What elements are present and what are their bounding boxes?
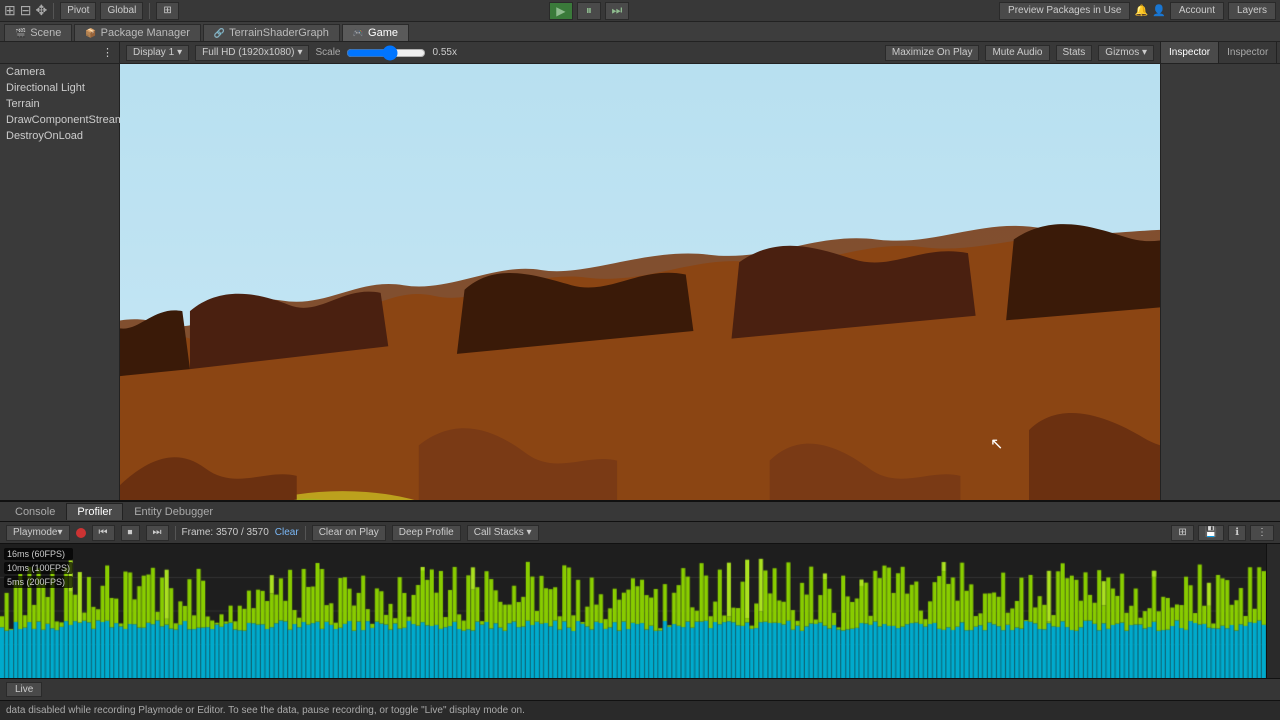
stop-button[interactable]: ⏹ <box>121 525 140 541</box>
tab-terrain-label: TerrainShaderGraph <box>229 27 329 39</box>
preview-packages-button[interactable]: Preview Packages in Use <box>999 2 1130 20</box>
status-bar: data disabled while recording Playmode o… <box>0 700 1280 720</box>
game-view-bar: Display 1 ▾ Full HD (1920x1080) ▾ Scale … <box>120 42 1160 64</box>
pause-button[interactable]: ⏸ <box>577 2 601 20</box>
tab-package-manager[interactable]: 📦 Package Manager <box>74 24 201 41</box>
profiler-graph[interactable]: 16ms (60FPS) 10ms (100FPS) 5ms (200FPS) <box>0 544 1280 678</box>
inspector-tab-2[interactable]: Inspector <box>1219 42 1277 63</box>
prof-sep-2 <box>305 526 306 540</box>
display-label: Display 1 <box>133 47 174 58</box>
toolbar-grid-icon: ⊞ <box>4 2 16 19</box>
clear-button[interactable]: Clear <box>275 527 299 538</box>
profiler-footer: Live <box>0 678 1280 700</box>
profiler-tab[interactable]: Profiler <box>66 503 123 520</box>
maximize-on-play-button[interactable]: Maximize On Play <box>885 45 980 61</box>
toolbar-icon-1: 🔔 <box>1134 4 1148 17</box>
fps-label-60: 16ms (60FPS) <box>4 548 73 560</box>
call-stacks-dropdown[interactable]: Call Stacks ▾ <box>467 525 539 541</box>
toolbar-center: ▶ ⏸ ⏭ <box>183 2 995 20</box>
hierarchy-header: ⋮ <box>0 42 119 64</box>
deep-profile-button[interactable]: Deep Profile <box>392 525 461 541</box>
toolbar-icon-2: 👤 <box>1152 4 1166 17</box>
resolution-dropdown[interactable]: Full HD (1920x1080) ▾ <box>195 45 309 61</box>
account-button[interactable]: Account <box>1170 2 1224 20</box>
playmode-label: Playmode <box>13 527 57 538</box>
step-button[interactable]: ⏭ <box>605 2 629 20</box>
fps-label-200: 5ms (200FPS) <box>4 576 73 588</box>
extra-tool-button[interactable]: ⊞ <box>156 2 178 20</box>
profiler-toolbar: Playmode ▾ ⏮ ⏹ ⏭ Frame: 3570 / 3570 Clea… <box>0 522 1280 544</box>
global-button[interactable]: Global <box>100 2 143 20</box>
prev-frame-button[interactable]: ⏮ <box>92 525 115 541</box>
mute-audio-button[interactable]: Mute Audio <box>985 45 1049 61</box>
prof-sep-1 <box>175 526 176 540</box>
gizmos-button[interactable]: Gizmos ▾ <box>1098 45 1154 61</box>
package-tab-icon: 📦 <box>85 28 96 39</box>
separator-2 <box>149 3 150 19</box>
tab-game[interactable]: 🎮 Game <box>342 24 409 41</box>
stats-button[interactable]: Stats <box>1056 45 1093 61</box>
scene-tab-icon: 🎬 <box>15 28 26 39</box>
resolution-label: Full HD (1920x1080) <box>202 47 294 58</box>
console-tab[interactable]: Console <box>4 503 66 521</box>
attach-icon[interactable]: ⊞ <box>1171 525 1193 541</box>
next-frame-button[interactable]: ⏭ <box>146 525 169 541</box>
game-tab-icon: 🎮 <box>353 28 364 39</box>
hierarchy-item-terrain[interactable]: Terrain <box>0 96 119 112</box>
hierarchy-menu-icon[interactable]: ⋮ <box>102 46 113 59</box>
clear-on-play-button[interactable]: Clear on Play <box>312 525 386 541</box>
scale-label: Scale <box>315 47 340 58</box>
profiler-scrollbar[interactable] <box>1266 544 1280 678</box>
hierarchy-item-destroy[interactable]: DestroyOnLoad <box>0 128 119 144</box>
layers-button[interactable]: Layers <box>1228 2 1276 20</box>
play-button[interactable]: ▶ <box>549 2 573 20</box>
toolbar-grid2-icon: ⊟ <box>20 2 32 19</box>
tab-game-label: Game <box>368 27 398 39</box>
info-icon[interactable]: ℹ <box>1228 525 1246 541</box>
hierarchy-item-light[interactable]: Directional Light <box>0 80 119 96</box>
live-button[interactable]: Live <box>6 682 42 697</box>
hierarchy-item-camera[interactable]: Camera <box>0 64 119 80</box>
profiler-canvas <box>0 544 1280 678</box>
fps-label-100: 10ms (100FPS) <box>4 562 73 574</box>
tab-package-label: Package Manager <box>101 27 190 39</box>
tab-scene-label: Scene <box>30 27 61 39</box>
inspector-tabs: Inspector Inspector <box>1161 42 1280 64</box>
bottom-tabs: Console Profiler Entity Debugger <box>0 502 1280 522</box>
entity-debugger-tab[interactable]: Entity Debugger <box>123 503 224 521</box>
status-msg-1: data disabled while recording Playmode o… <box>6 705 525 716</box>
tab-scene[interactable]: 🎬 Scene <box>4 24 72 41</box>
tab-terrain-shader[interactable]: 🔗 TerrainShaderGraph <box>203 24 340 41</box>
playmode-dropdown[interactable]: Playmode ▾ <box>6 525 70 541</box>
record-indicator <box>76 528 86 538</box>
profiler-area: Console Profiler Entity Debugger Playmod… <box>0 500 1280 720</box>
profiler-fps-labels: 16ms (60FPS) 10ms (100FPS) 5ms (200FPS) <box>0 544 77 592</box>
separator-1 <box>53 3 54 19</box>
scale-slider[interactable] <box>346 49 426 57</box>
profiler-right-icons: ⊞ 💾 ℹ ⋮ <box>1171 525 1274 541</box>
more-options[interactable]: ⋮ <box>1250 525 1274 541</box>
inspector-tab-1[interactable]: Inspector <box>1161 42 1219 63</box>
scale-value: 0.55x <box>432 47 456 58</box>
hierarchy-item-stream[interactable]: DrawComponentStream <box>0 112 119 128</box>
toolbar-right: Preview Packages in Use 🔔 👤 Account Laye… <box>999 2 1276 20</box>
top-toolbar: ⊞ ⊟ ✥ Pivot Global ⊞ ▶ ⏸ ⏭ Preview Packa… <box>0 0 1280 22</box>
pivot-button[interactable]: Pivot <box>60 2 96 20</box>
save-icon[interactable]: 💾 <box>1198 525 1224 541</box>
toolbar-hand-icon: ✥ <box>35 2 47 19</box>
frame-info: Frame: 3570 / 3570 <box>182 527 269 538</box>
display-dropdown[interactable]: Display 1 ▾ <box>126 45 189 61</box>
game-view-right: Maximize On Play Mute Audio Stats Gizmos… <box>885 45 1154 61</box>
tab-bar: 🎬 Scene 📦 Package Manager 🔗 TerrainShade… <box>0 22 1280 42</box>
terrain-tab-icon: 🔗 <box>214 28 225 39</box>
